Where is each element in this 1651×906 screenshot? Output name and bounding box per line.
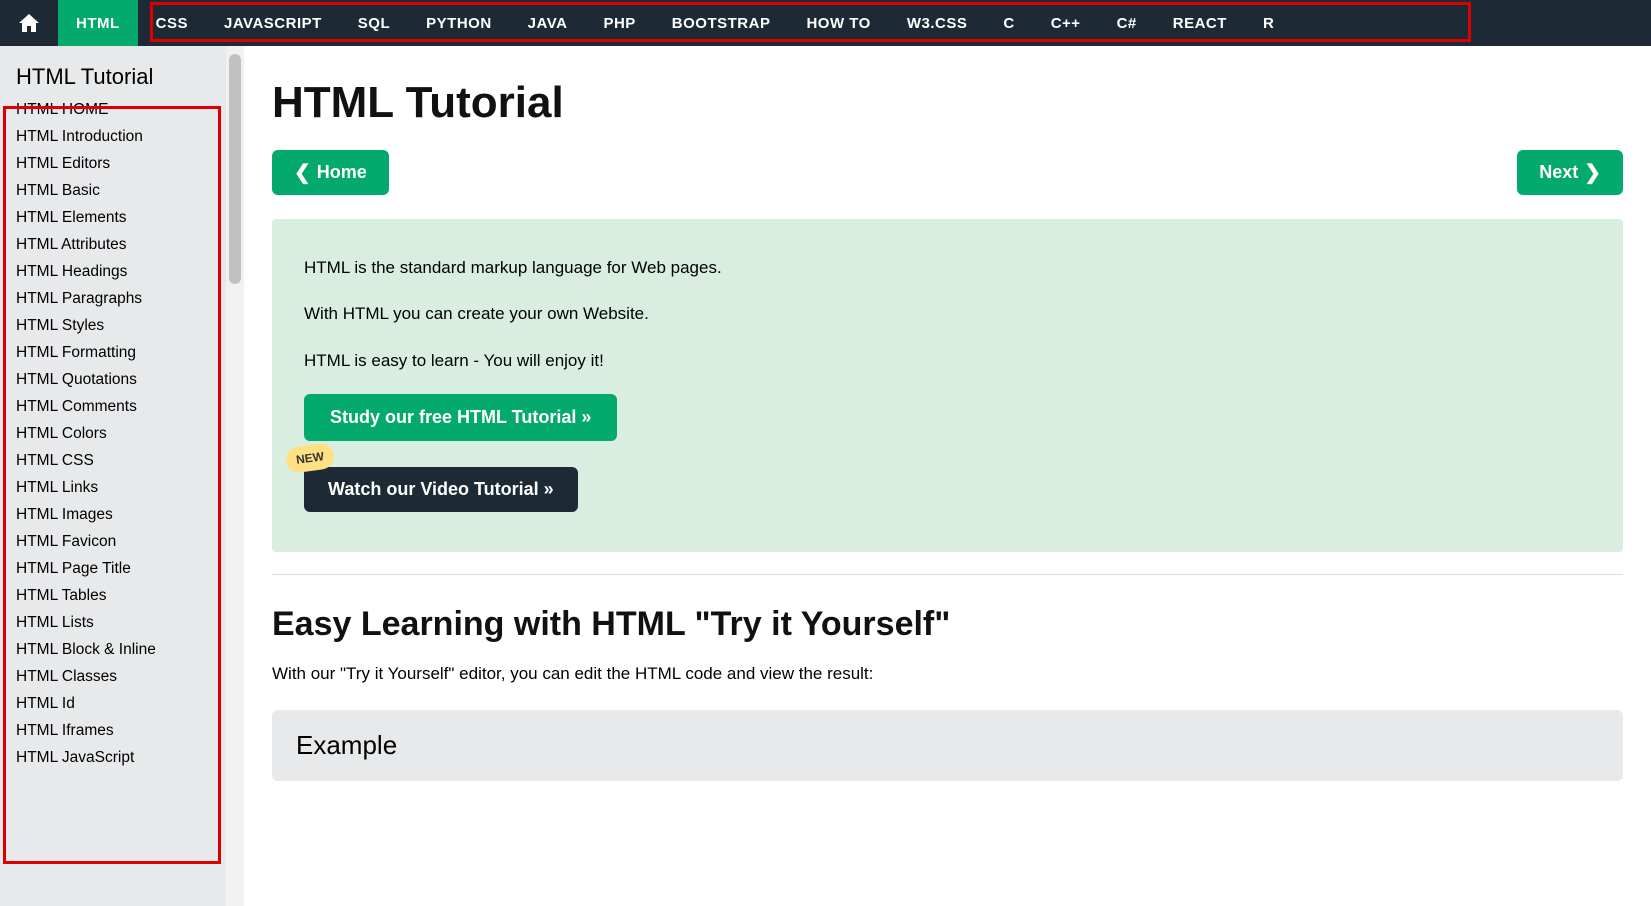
main-content: HTML Tutorial ❮ Home Next ❯ HTML is the …: [244, 46, 1651, 906]
sidebar-item[interactable]: HTML Quotations: [16, 366, 226, 393]
nav-tab-javascript[interactable]: JAVASCRIPT: [206, 0, 340, 46]
sidebar-item[interactable]: HTML Elements: [16, 204, 226, 231]
nav-tab-php[interactable]: PHP: [585, 0, 653, 46]
nav-tab-cpp[interactable]: C++: [1033, 0, 1099, 46]
top-nav: HTML CSS JAVASCRIPT SQL PYTHON JAVA PHP …: [0, 0, 1651, 46]
page-title: HTML Tutorial: [272, 78, 1623, 128]
nav-tab-sql[interactable]: SQL: [340, 0, 408, 46]
sidebar-item[interactable]: HTML Favicon: [16, 528, 226, 555]
chevron-left-icon: ❮: [294, 163, 311, 183]
example-heading: Example: [296, 730, 1599, 761]
sidebar-item[interactable]: HTML Paragraphs: [16, 285, 226, 312]
chevron-right-icon: ❯: [1584, 163, 1601, 183]
sidebar-scrollbar[interactable]: [226, 46, 244, 906]
sidebar-item[interactable]: HTML Iframes: [16, 717, 226, 744]
nav-tab-css[interactable]: CSS: [138, 0, 206, 46]
sidebar-item[interactable]: HTML HOME: [16, 96, 226, 123]
sidebar: HTML Tutorial HTML HOME HTML Introductio…: [0, 46, 226, 906]
sidebar-item[interactable]: HTML Images: [16, 501, 226, 528]
sidebar-heading: HTML Tutorial: [16, 64, 226, 90]
nav-tab-react[interactable]: REACT: [1155, 0, 1245, 46]
sidebar-item[interactable]: HTML Headings: [16, 258, 226, 285]
home-icon[interactable]: [0, 0, 58, 46]
sidebar-item[interactable]: HTML Block & Inline: [16, 636, 226, 663]
sidebar-item[interactable]: HTML Page Title: [16, 555, 226, 582]
intro-text: HTML is easy to learn - You will enjoy i…: [304, 348, 1591, 374]
sidebar-item[interactable]: HTML Lists: [16, 609, 226, 636]
intro-text: HTML is the standard markup language for…: [304, 255, 1591, 281]
sidebar-item[interactable]: HTML Comments: [16, 393, 226, 420]
sidebar-item[interactable]: HTML Links: [16, 474, 226, 501]
sidebar-item[interactable]: HTML Styles: [16, 312, 226, 339]
sidebar-item[interactable]: HTML Attributes: [16, 231, 226, 258]
sidebar-item[interactable]: HTML Formatting: [16, 339, 226, 366]
sidebar-item[interactable]: HTML Basic: [16, 177, 226, 204]
sidebar-item[interactable]: HTML Classes: [16, 663, 226, 690]
nav-tab-r[interactable]: R: [1245, 0, 1292, 46]
intro-panel: HTML is the standard markup language for…: [272, 219, 1623, 552]
example-panel: Example: [272, 710, 1623, 781]
nav-tab-w3css[interactable]: W3.CSS: [889, 0, 986, 46]
sidebar-item[interactable]: HTML Editors: [16, 150, 226, 177]
study-tutorial-button[interactable]: Study our free HTML Tutorial »: [304, 394, 617, 441]
sidebar-item[interactable]: HTML Id: [16, 690, 226, 717]
nav-tab-bootstrap[interactable]: BOOTSTRAP: [654, 0, 789, 46]
sidebar-item[interactable]: HTML CSS: [16, 447, 226, 474]
prev-home-label: Home: [317, 162, 367, 183]
video-tutorial-button[interactable]: Watch our Video Tutorial »: [304, 467, 578, 512]
nav-tab-csharp[interactable]: C#: [1099, 0, 1155, 46]
sidebar-item[interactable]: HTML JavaScript: [16, 744, 226, 771]
sidebar-item[interactable]: HTML Introduction: [16, 123, 226, 150]
next-label: Next: [1539, 162, 1578, 183]
divider: [272, 574, 1623, 575]
nav-tab-howto[interactable]: HOW TO: [788, 0, 888, 46]
next-button[interactable]: Next ❯: [1517, 150, 1623, 195]
prev-home-button[interactable]: ❮ Home: [272, 150, 389, 195]
intro-text: With HTML you can create your own Websit…: [304, 301, 1591, 327]
nav-tab-html[interactable]: HTML: [58, 0, 138, 46]
sidebar-item[interactable]: HTML Colors: [16, 420, 226, 447]
section-heading: Easy Learning with HTML "Try it Yourself…: [272, 605, 1623, 644]
sidebar-scrollbar-thumb[interactable]: [229, 54, 241, 284]
nav-tab-python[interactable]: PYTHON: [408, 0, 510, 46]
section-subtext: With our "Try it Yourself" editor, you c…: [272, 664, 1623, 684]
nav-tab-java[interactable]: JAVA: [510, 0, 586, 46]
nav-tab-c[interactable]: C: [985, 0, 1032, 46]
sidebar-item[interactable]: HTML Tables: [16, 582, 226, 609]
